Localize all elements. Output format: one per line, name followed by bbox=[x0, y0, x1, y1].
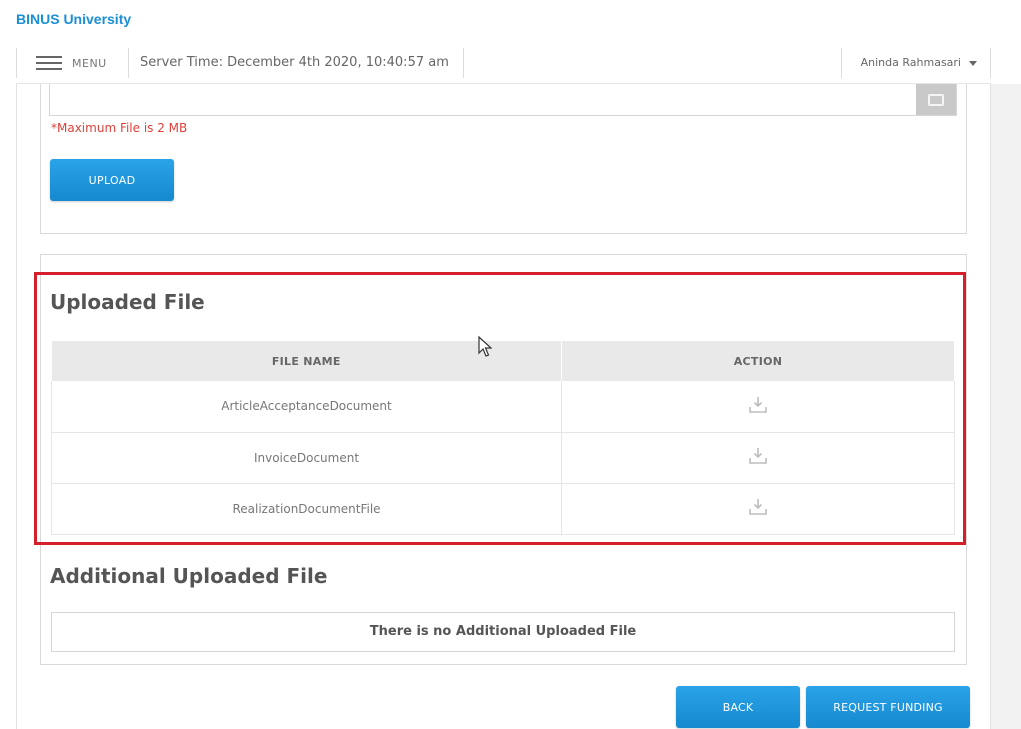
mouse-cursor-icon bbox=[478, 335, 493, 362]
download-icon[interactable] bbox=[748, 447, 768, 468]
max-file-note: *Maximum File is 2 MB bbox=[51, 121, 188, 135]
brand-logo-text[interactable]: BINUS University bbox=[16, 11, 131, 27]
divider bbox=[463, 48, 464, 78]
file-name-cell: InvoiceDocument bbox=[51, 432, 562, 484]
menu-label: MENU bbox=[72, 56, 107, 70]
uploaded-files-table: FILE NAME ACTION ArticleAcceptanceDocume… bbox=[51, 341, 955, 535]
column-header-action: ACTION bbox=[561, 341, 955, 381]
folder-icon bbox=[928, 93, 944, 106]
table-header-row: FILE NAME ACTION bbox=[51, 341, 955, 381]
upload-button[interactable]: UPLOAD bbox=[50, 159, 174, 201]
file-name-cell: ArticleAcceptanceDocument bbox=[51, 381, 562, 433]
top-bar: MENU Server Time: December 4th 2020, 10:… bbox=[16, 42, 991, 84]
divider bbox=[841, 48, 842, 78]
file-name-cell: RealizationDocumentFile bbox=[51, 483, 562, 535]
no-additional-file-message: There is no Additional Uploaded File bbox=[51, 612, 955, 652]
menu-button[interactable]: MENU bbox=[16, 42, 107, 84]
table-row: InvoiceDocument bbox=[51, 432, 955, 484]
download-icon[interactable] bbox=[748, 498, 768, 519]
content-border-left bbox=[16, 84, 17, 729]
caret-down-icon bbox=[969, 60, 977, 66]
divider bbox=[128, 48, 129, 78]
additional-uploaded-file-title: Additional Uploaded File bbox=[50, 564, 328, 588]
action-cell bbox=[561, 381, 955, 433]
table-row: RealizationDocumentFile bbox=[51, 483, 955, 535]
server-time: Server Time: December 4th 2020, 10:40:57… bbox=[140, 55, 449, 70]
scroll-area[interactable] bbox=[991, 84, 1021, 729]
uploaded-file-title: Uploaded File bbox=[50, 290, 205, 314]
file-input[interactable] bbox=[49, 84, 957, 116]
upload-panel: *Maximum File is 2 MB UPLOAD bbox=[40, 84, 967, 234]
request-funding-button[interactable]: REQUEST FUNDING bbox=[806, 686, 970, 728]
table-row: ArticleAcceptanceDocument bbox=[51, 381, 955, 433]
user-name: Aninda Rahmasari bbox=[860, 56, 961, 69]
action-cell bbox=[561, 483, 955, 535]
divider bbox=[990, 48, 991, 78]
hamburger-icon bbox=[36, 52, 62, 74]
back-button[interactable]: BACK bbox=[676, 686, 800, 728]
user-menu[interactable]: Aninda Rahmasari bbox=[861, 42, 977, 84]
download-icon[interactable] bbox=[748, 396, 768, 417]
action-cell bbox=[561, 432, 955, 484]
browse-button[interactable] bbox=[916, 84, 956, 115]
